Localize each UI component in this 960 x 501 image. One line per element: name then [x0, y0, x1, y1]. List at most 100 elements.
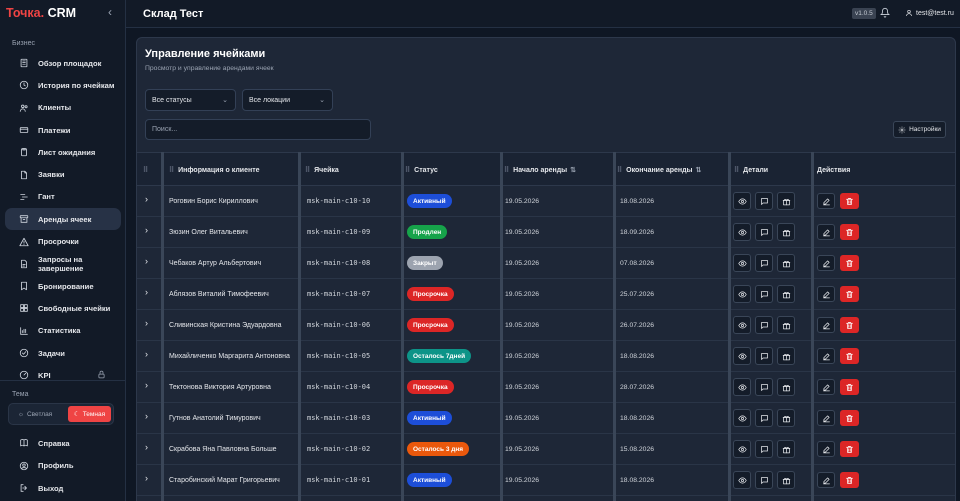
edit-button[interactable] [817, 410, 835, 426]
column-separator[interactable] [500, 152, 503, 501]
view-button[interactable] [733, 440, 751, 458]
expand-row-icon[interactable]: › [145, 442, 148, 452]
edit-button[interactable] [817, 286, 835, 302]
gift-button[interactable] [777, 285, 795, 303]
collapse-sidebar-icon[interactable]: ‹ [108, 5, 112, 19]
sidebar-item-6[interactable]: Заявки [0, 163, 126, 185]
expand-row-icon[interactable]: › [145, 380, 148, 390]
expand-row-icon[interactable]: › [145, 411, 148, 421]
edit-button[interactable] [817, 472, 835, 488]
column-header-4[interactable]: ⠿ Начало аренды ⇅ [504, 153, 576, 187]
sidebar-item-9[interactable]: Просрочки [0, 230, 126, 252]
edit-button[interactable] [817, 255, 835, 271]
edit-button[interactable] [817, 193, 835, 209]
edit-button[interactable] [817, 379, 835, 395]
settings-button[interactable]: Настройки [893, 121, 946, 138]
theme-light-button[interactable]: ☼ Светлая [14, 408, 56, 421]
expand-row-icon[interactable]: › [145, 473, 148, 483]
gift-button[interactable] [777, 378, 795, 396]
drag-handle-icon[interactable]: ⠿ [734, 166, 739, 174]
expand-row-icon[interactable]: › [145, 256, 148, 266]
column-header-7[interactable]: Действия [817, 153, 850, 187]
sidebar-item-12[interactable]: Свободные ячейки [0, 297, 126, 319]
app-logo[interactable]: Точка. CRM [6, 6, 76, 20]
view-button[interactable] [733, 347, 751, 365]
view-button[interactable] [733, 409, 751, 427]
theme-dark-button[interactable]: ☾ Темная [68, 406, 111, 422]
gift-button[interactable] [777, 316, 795, 334]
sidebar-item-5[interactable]: Лист ожидания [0, 141, 126, 163]
column-header-2[interactable]: ⠿ Ячейка [305, 153, 339, 187]
gift-button[interactable] [777, 347, 795, 365]
comment-button[interactable] [755, 378, 773, 396]
view-button[interactable] [733, 223, 751, 241]
column-header-6[interactable]: ⠿ Детали [734, 153, 768, 187]
expand-row-icon[interactable]: › [145, 318, 148, 328]
gift-button[interactable] [777, 409, 795, 427]
column-separator[interactable] [613, 152, 616, 501]
column-header-1[interactable]: ⠿ Информация о клиенте [169, 153, 260, 187]
delete-button[interactable] [840, 193, 859, 209]
expand-row-icon[interactable]: › [145, 287, 148, 297]
delete-button[interactable] [840, 224, 859, 240]
view-button[interactable] [733, 285, 751, 303]
view-button[interactable] [733, 471, 751, 489]
delete-button[interactable] [840, 317, 859, 333]
user-menu[interactable]: test@test.ru [905, 9, 954, 17]
bell-icon[interactable] [880, 7, 890, 18]
sort-icon[interactable]: ⇅ [696, 166, 702, 174]
comment-button[interactable] [755, 192, 773, 210]
column-separator[interactable] [161, 152, 164, 501]
sidebar-item-1[interactable]: Обзор площадок [0, 52, 126, 74]
drag-handle-icon[interactable]: ⠿ [305, 166, 310, 174]
sidebar-item-7[interactable]: Гант [0, 186, 126, 208]
gift-button[interactable] [777, 223, 795, 241]
comment-button[interactable] [755, 223, 773, 241]
sidebar-item-13[interactable]: Статистика [0, 320, 126, 342]
sidebar-item-2[interactable]: История по ячейкам [0, 74, 126, 96]
column-header-3[interactable]: ⠿ Статус [405, 153, 438, 187]
column-grip[interactable]: ⠿ [143, 153, 152, 187]
sidebar-item-14[interactable]: Задачи [0, 342, 126, 364]
drag-handle-icon[interactable]: ⠿ [617, 166, 622, 174]
column-separator[interactable] [298, 152, 301, 501]
edit-button[interactable] [817, 348, 835, 364]
sidebar-item-10[interactable]: Запросы на завершение [0, 253, 126, 275]
delete-button[interactable] [840, 379, 859, 395]
edit-button[interactable] [817, 441, 835, 457]
gift-button[interactable] [777, 440, 795, 458]
sidebar-bottom-item-3[interactable]: Выход [0, 477, 126, 500]
view-button[interactable] [733, 192, 751, 210]
status-filter-select[interactable]: Все статусы ⌄ [145, 89, 236, 111]
column-separator[interactable] [811, 152, 814, 501]
comment-button[interactable] [755, 471, 773, 489]
drag-handle-icon[interactable]: ⠿ [504, 166, 509, 174]
column-separator[interactable] [728, 152, 731, 501]
drag-handle-icon[interactable]: ⠿ [169, 166, 174, 174]
comment-button[interactable] [755, 316, 773, 334]
expand-row-icon[interactable]: › [145, 194, 148, 204]
sidebar-item-8[interactable]: Аренды ячеек [5, 208, 121, 231]
comment-button[interactable] [755, 285, 773, 303]
column-header-5[interactable]: ⠿ Окончание аренды ⇅ [617, 153, 701, 187]
delete-button[interactable] [840, 472, 859, 488]
sidebar-item-11[interactable]: Бронирование [0, 275, 126, 297]
expand-row-icon[interactable]: › [145, 225, 148, 235]
delete-button[interactable] [840, 348, 859, 364]
view-button[interactable] [733, 316, 751, 334]
comment-button[interactable] [755, 254, 773, 272]
location-filter-select[interactable]: Все локации ⌄ [242, 89, 333, 111]
edit-button[interactable] [817, 224, 835, 240]
sort-icon[interactable]: ⇅ [570, 166, 576, 174]
sidebar-bottom-item-2[interactable]: Профиль [0, 455, 126, 478]
view-button[interactable] [733, 378, 751, 396]
gift-button[interactable] [777, 254, 795, 272]
gift-button[interactable] [777, 471, 795, 489]
sidebar-bottom-item-1[interactable]: Справка [0, 432, 126, 455]
gift-button[interactable] [777, 192, 795, 210]
search-input[interactable]: Поиск... [145, 119, 371, 140]
sidebar-item-3[interactable]: Клиенты [0, 97, 126, 119]
sidebar-item-4[interactable]: Платежи [0, 119, 126, 141]
expand-row-icon[interactable]: › [145, 349, 148, 359]
comment-button[interactable] [755, 347, 773, 365]
